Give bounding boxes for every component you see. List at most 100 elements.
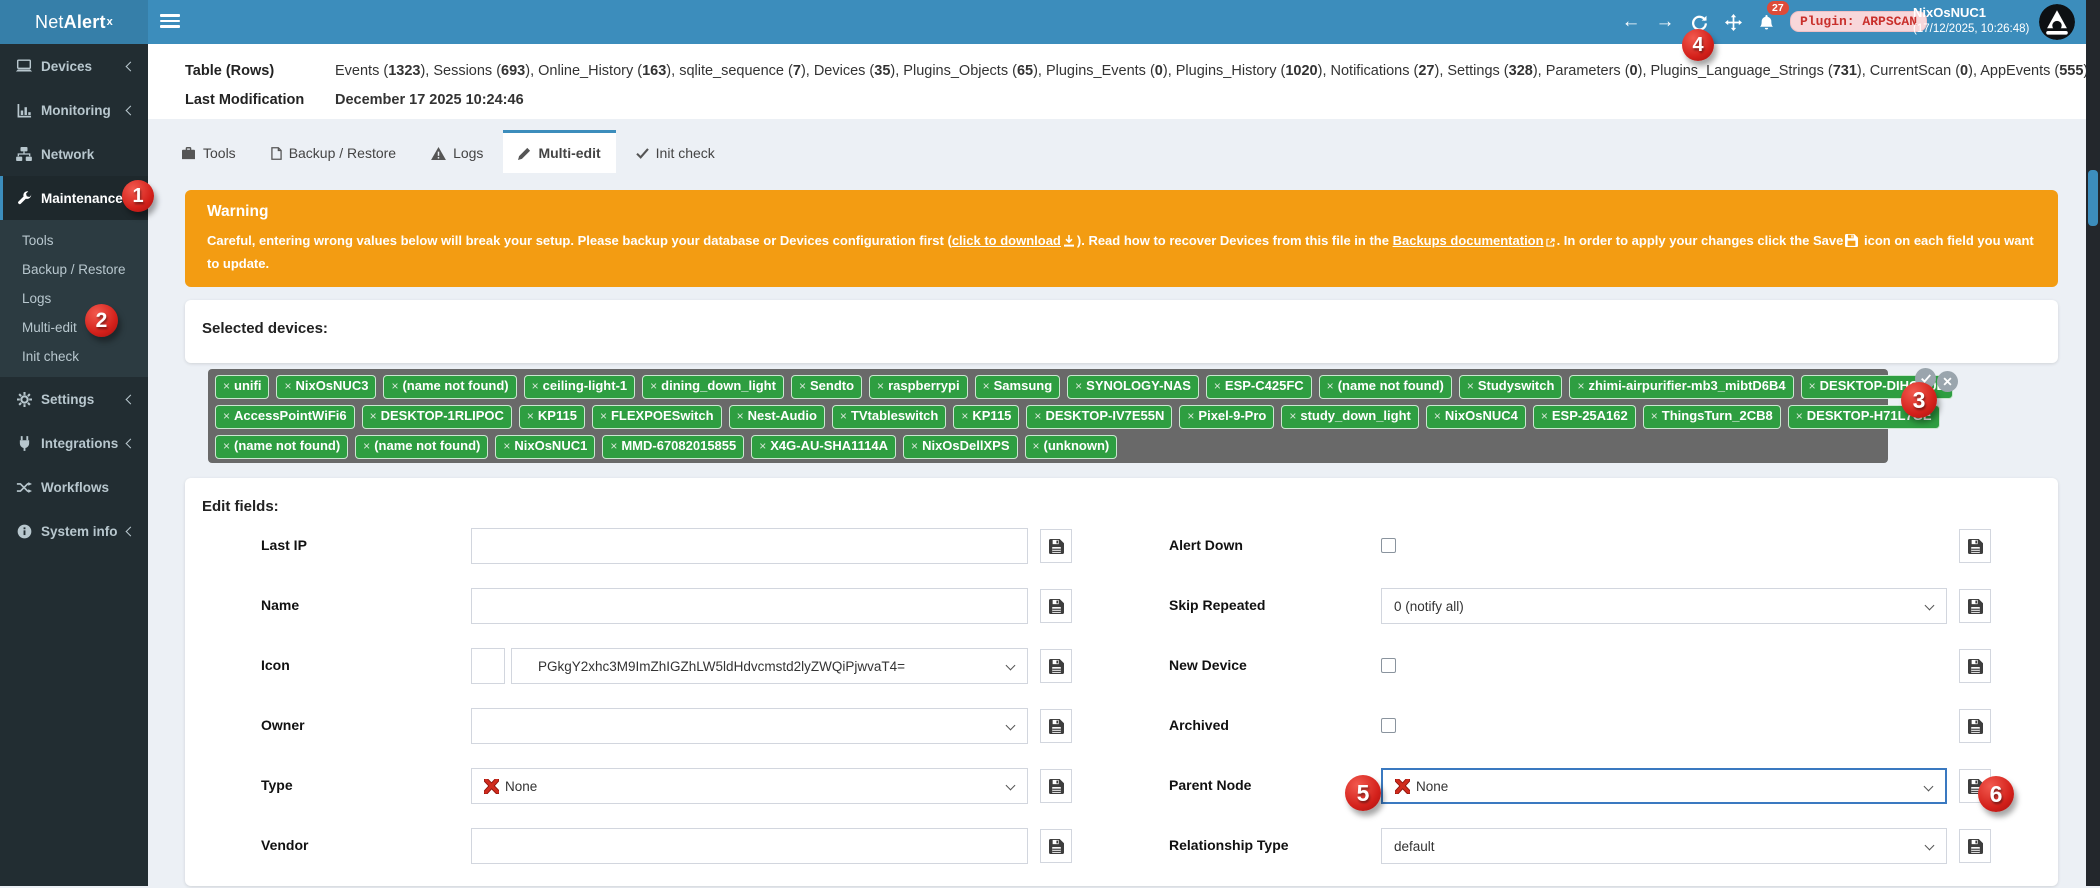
sidebar-item-multi-edit[interactable]: Multi-edit bbox=[0, 313, 148, 342]
device-tag[interactable]: ×MMD-67082015855 bbox=[602, 435, 744, 459]
sidebar-item-settings[interactable]: Settings bbox=[0, 377, 148, 421]
new-device-save-button[interactable] bbox=[1959, 649, 1991, 683]
owner-save-button[interactable] bbox=[1040, 709, 1072, 743]
remove-tag-icon[interactable]: × bbox=[223, 439, 230, 453]
relationship-type-select[interactable]: default bbox=[1381, 828, 1947, 864]
remove-tag-icon[interactable]: × bbox=[223, 409, 230, 423]
backups-documentation-link[interactable]: Backups documentation bbox=[1393, 233, 1544, 248]
remove-tag-icon[interactable]: × bbox=[1651, 409, 1658, 423]
remove-tag-icon[interactable]: × bbox=[1809, 379, 1816, 393]
remove-tag-icon[interactable]: × bbox=[650, 379, 657, 393]
device-tag[interactable]: ×NixOsDellXPS bbox=[903, 435, 1017, 459]
device-tag[interactable]: ×Samsung bbox=[975, 375, 1061, 399]
remove-tag-icon[interactable]: × bbox=[532, 379, 539, 393]
remove-tag-icon[interactable]: × bbox=[799, 379, 806, 393]
remove-tag-icon[interactable]: × bbox=[961, 409, 968, 423]
tab-multi-edit[interactable]: Multi-edit bbox=[503, 130, 615, 173]
sidebar-item-devices[interactable]: Devices bbox=[0, 44, 148, 88]
sidebar-item-init-check[interactable]: Init check bbox=[0, 342, 148, 371]
last-ip-save-button[interactable] bbox=[1040, 529, 1072, 563]
last-ip-input[interactable] bbox=[471, 528, 1028, 564]
last-ip-input-field[interactable] bbox=[484, 539, 1015, 554]
skip-repeated-select[interactable]: 0 (notify all) bbox=[1381, 588, 1947, 624]
remove-tag-icon[interactable]: × bbox=[391, 379, 398, 393]
move-arrows-icon[interactable] bbox=[1720, 8, 1746, 36]
sidebar-item-network[interactable]: Network bbox=[0, 132, 148, 176]
parent-node-select[interactable]: None bbox=[1381, 768, 1947, 804]
remove-tag-icon[interactable]: × bbox=[1541, 409, 1548, 423]
device-tag[interactable]: ×AccessPointWiFi6 bbox=[215, 405, 355, 429]
device-tag[interactable]: ×raspberrypi bbox=[869, 375, 968, 399]
alert-down-checkbox[interactable] bbox=[1381, 538, 1396, 553]
remove-tag-icon[interactable]: × bbox=[600, 409, 607, 423]
remove-tag-icon[interactable]: × bbox=[877, 379, 884, 393]
device-tag[interactable]: ×Sendto bbox=[791, 375, 862, 399]
remove-tag-icon[interactable]: × bbox=[1327, 379, 1334, 393]
remove-tag-icon[interactable]: × bbox=[1033, 439, 1040, 453]
sidebar-item-system-info[interactable]: System info bbox=[0, 509, 148, 553]
device-tag[interactable]: ×DESKTOP-IV7E55N bbox=[1026, 405, 1172, 429]
alert-down-save-button[interactable] bbox=[1959, 529, 1991, 563]
remove-tag-icon[interactable]: × bbox=[1434, 409, 1441, 423]
notification-count-badge[interactable]: 27 bbox=[1767, 1, 1789, 15]
device-tag[interactable]: ×KP115 bbox=[519, 405, 585, 429]
tab-init-check[interactable]: Init check bbox=[621, 130, 730, 173]
tab-tools[interactable]: Tools bbox=[166, 130, 251, 173]
device-tag[interactable]: ×study_down_light bbox=[1281, 405, 1419, 429]
sidebar-item-logs[interactable]: Logs bbox=[0, 284, 148, 313]
remove-tag-icon[interactable]: × bbox=[983, 379, 990, 393]
remove-tag-icon[interactable]: × bbox=[1289, 409, 1296, 423]
remove-tag-icon[interactable]: × bbox=[1467, 379, 1474, 393]
archived-checkbox[interactable] bbox=[1381, 718, 1396, 733]
remove-tag-icon[interactable]: × bbox=[759, 439, 766, 453]
icon-select[interactable]: PGkgY2xhc3M9ImZhIGZhLW5ldHdvcmstd2lyZWQi… bbox=[511, 648, 1028, 684]
name-input[interactable] bbox=[471, 588, 1028, 624]
device-tag[interactable]: ×SYNOLOGY-NAS bbox=[1067, 375, 1199, 399]
new-device-checkbox[interactable] bbox=[1381, 658, 1396, 673]
device-tag[interactable]: ×ceiling-light-1 bbox=[524, 375, 636, 399]
icon-save-button[interactable] bbox=[1040, 649, 1072, 683]
vendor-save-button[interactable] bbox=[1040, 829, 1072, 863]
sidebar-item-backup-restore[interactable]: Backup / Restore bbox=[0, 255, 148, 284]
owner-select[interactable] bbox=[471, 708, 1028, 744]
device-tag[interactable]: ×dining_down_light bbox=[642, 375, 784, 399]
device-tag[interactable]: ×Pixel-9-Pro bbox=[1179, 405, 1274, 429]
device-tag[interactable]: ×FLEXPOESwitch bbox=[592, 405, 722, 429]
nav-back-icon[interactable]: ← bbox=[1618, 8, 1644, 36]
remove-tag-icon[interactable]: × bbox=[223, 379, 230, 393]
user-avatar[interactable] bbox=[2039, 4, 2075, 40]
clear-selection-button[interactable] bbox=[1937, 371, 1958, 392]
tab-backup-restore[interactable]: Backup / Restore bbox=[256, 130, 411, 173]
type-save-button[interactable] bbox=[1040, 769, 1072, 803]
sidebar-item-integrations[interactable]: Integrations bbox=[0, 421, 148, 465]
sidebar-item-monitoring[interactable]: Monitoring bbox=[0, 88, 148, 132]
vertical-scrollbar[interactable] bbox=[2086, 0, 2100, 886]
device-tag[interactable]: ×ESP-C425FC bbox=[1206, 375, 1312, 399]
device-tag[interactable]: ×(name not found) bbox=[1319, 375, 1452, 399]
device-tag[interactable]: ×Nest-Audio bbox=[729, 405, 825, 429]
device-tag[interactable]: ×KP115 bbox=[953, 405, 1019, 429]
nav-forward-icon[interactable]: → bbox=[1652, 8, 1678, 36]
sidebar-item-workflows[interactable]: Workflows bbox=[0, 465, 148, 509]
remove-tag-icon[interactable]: × bbox=[503, 439, 510, 453]
device-tag[interactable]: ×unifi bbox=[215, 375, 269, 399]
device-tag[interactable]: ×NixOsNUC1 bbox=[495, 435, 595, 459]
vendor-input[interactable] bbox=[471, 828, 1028, 864]
download-backup-link[interactable]: click to download bbox=[952, 233, 1061, 248]
scrollbar-thumb[interactable] bbox=[2088, 170, 2098, 226]
remove-tag-icon[interactable]: × bbox=[610, 439, 617, 453]
device-tag[interactable]: ×(name not found) bbox=[383, 375, 516, 399]
sidebar-item-tools[interactable]: Tools bbox=[0, 226, 148, 255]
remove-tag-icon[interactable]: × bbox=[911, 439, 918, 453]
remove-tag-icon[interactable]: × bbox=[527, 409, 534, 423]
remove-tag-icon[interactable]: × bbox=[1075, 379, 1082, 393]
vendor-input-field[interactable] bbox=[484, 839, 1015, 854]
device-tag[interactable]: ×NixOsNUC4 bbox=[1426, 405, 1526, 429]
device-tag[interactable]: ×zhimi-airpurifier-mb3_mibtD6B4 bbox=[1569, 375, 1793, 399]
remove-tag-icon[interactable]: × bbox=[284, 379, 291, 393]
archived-save-button[interactable] bbox=[1959, 709, 1991, 743]
app-logo[interactable]: NetAlertx bbox=[0, 0, 148, 44]
device-tag[interactable]: ×(name not found) bbox=[355, 435, 488, 459]
remove-tag-icon[interactable]: × bbox=[737, 409, 744, 423]
remove-tag-icon[interactable]: × bbox=[840, 409, 847, 423]
